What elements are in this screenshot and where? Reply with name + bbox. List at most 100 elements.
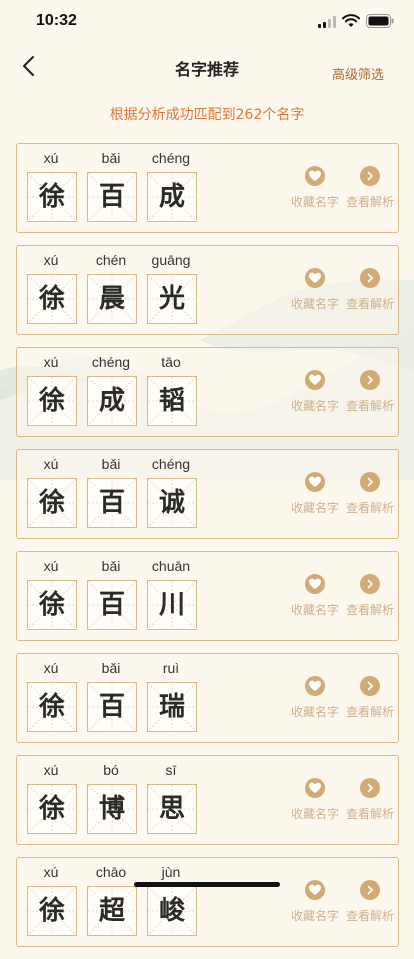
view-analysis-button[interactable]: 查看解析 xyxy=(342,472,398,516)
pinyin-label: chéng xyxy=(91,354,131,370)
hanzi-character: 峻 xyxy=(158,896,185,926)
heart-icon xyxy=(309,782,321,793)
status-bar: 10:32 xyxy=(0,0,414,44)
hanzi-character: 诚 xyxy=(158,488,185,518)
analysis-label: 查看解析 xyxy=(345,603,394,617)
name-card[interactable]: xú 徐 bǎi 百 chéng 诚 收藏名字 查看解析 xyxy=(16,449,399,539)
chevron-right-icon xyxy=(367,579,373,589)
hanzi-character: 晨 xyxy=(98,284,125,314)
heart-icon xyxy=(309,578,321,589)
favorite-name-button[interactable]: 收藏名字 xyxy=(287,880,343,924)
name-char: guāng 光 xyxy=(145,252,197,324)
hanzi-character: 徐 xyxy=(38,386,65,416)
pinyin-label: xú xyxy=(43,456,59,472)
hanzi-character: 成 xyxy=(98,386,125,416)
pinyin-label: bǎi xyxy=(101,456,121,472)
favorite-label: 收藏名字 xyxy=(290,297,339,311)
favorite-label: 收藏名字 xyxy=(290,195,339,209)
chevron-right-icon xyxy=(367,885,373,895)
view-analysis-button[interactable]: 查看解析 xyxy=(342,166,398,210)
hanzi-character: 超 xyxy=(98,896,125,926)
character-grid: 瑞 xyxy=(147,682,197,732)
character-grid: 川 xyxy=(147,580,197,630)
hanzi-character: 博 xyxy=(98,794,125,824)
name-card[interactable]: xú 徐 bǎi 百 chéng 成 收藏名字 查看解析 xyxy=(16,143,399,233)
view-analysis-button[interactable]: 查看解析 xyxy=(342,880,398,924)
name-card[interactable]: xú 徐 chéng 成 tāo 韬 收藏名字 查看解析 xyxy=(16,347,399,437)
heart-icon xyxy=(309,170,321,181)
pinyin-label: chuān xyxy=(151,558,191,574)
character-grid: 峻 xyxy=(147,886,197,936)
heart-icon xyxy=(309,374,321,385)
favorite-label: 收藏名字 xyxy=(290,705,339,719)
favorite-name-button[interactable]: 收藏名字 xyxy=(287,676,343,720)
analysis-label: 查看解析 xyxy=(345,909,394,923)
favorite-label: 收藏名字 xyxy=(290,501,339,515)
pinyin-label: xú xyxy=(43,660,59,676)
pinyin-label: chéng xyxy=(151,150,191,166)
name-char: bǎi 百 xyxy=(85,150,137,222)
hanzi-character: 百 xyxy=(98,488,125,518)
hanzi-character: 思 xyxy=(158,794,185,824)
favorite-name-button[interactable]: 收藏名字 xyxy=(287,574,343,618)
analysis-label: 查看解析 xyxy=(345,195,394,209)
character-grid: 徐 xyxy=(27,580,77,630)
name-char: chāo 超 xyxy=(85,864,137,936)
character-grid: 成 xyxy=(87,376,137,426)
pinyin-label: jùn xyxy=(161,864,181,880)
name-char: xú 徐 xyxy=(25,252,77,324)
name-char: xú 徐 xyxy=(25,456,77,528)
hanzi-character: 徐 xyxy=(38,692,65,722)
hanzi-character: 韬 xyxy=(158,386,185,416)
favorite-label: 收藏名字 xyxy=(290,807,339,821)
heart-icon xyxy=(309,680,321,691)
name-char: xú 徐 xyxy=(25,660,77,732)
favorite-name-button[interactable]: 收藏名字 xyxy=(287,778,343,822)
hanzi-character: 百 xyxy=(98,692,125,722)
hanzi-character: 光 xyxy=(158,284,185,314)
favorite-name-button[interactable]: 收藏名字 xyxy=(287,166,343,210)
name-char: bó 博 xyxy=(85,762,137,834)
character-grid: 徐 xyxy=(27,274,77,324)
hanzi-character: 百 xyxy=(98,182,125,212)
pinyin-label: guāng xyxy=(151,252,191,268)
name-card[interactable]: xú 徐 bǎi 百 chuān 川 收藏名字 查看解析 xyxy=(16,551,399,641)
name-char: chuān 川 xyxy=(145,558,197,630)
hanzi-character: 徐 xyxy=(38,284,65,314)
name-char: xú 徐 xyxy=(25,354,77,426)
favorite-name-button[interactable]: 收藏名字 xyxy=(287,472,343,516)
view-analysis-button[interactable]: 查看解析 xyxy=(342,268,398,312)
hanzi-character: 川 xyxy=(158,590,185,620)
view-analysis-button[interactable]: 查看解析 xyxy=(342,574,398,618)
status-time: 10:32 xyxy=(36,12,77,29)
favorite-label: 收藏名字 xyxy=(290,399,339,413)
pinyin-label: xú xyxy=(43,252,59,268)
view-analysis-button[interactable]: 查看解析 xyxy=(342,370,398,414)
name-char: chéng 成 xyxy=(145,150,197,222)
name-char: xú 徐 xyxy=(25,150,77,222)
chevron-right-icon xyxy=(367,273,373,283)
name-card[interactable]: xú 徐 chāo 超 jùn 峻 收藏名字 查看解析 xyxy=(16,857,399,947)
name-char: chéng 成 xyxy=(85,354,137,426)
pinyin-label: bǎi xyxy=(101,558,121,574)
pinyin-label: chéng xyxy=(151,456,191,472)
name-list: xú 徐 bǎi 百 chéng 成收藏名字 查看解析 xú 徐 chén 晨 guāng 光收藏名字查… xyxy=(16,143,399,959)
character-grid: 博 xyxy=(87,784,137,834)
favorite-name-button[interactable]: 收藏名字 xyxy=(287,370,343,414)
analysis-label: 查看解析 xyxy=(345,297,394,311)
pinyin-label: bǎi xyxy=(101,150,121,166)
character-grid: 韬 xyxy=(147,376,197,426)
view-analysis-button[interactable]: 查看解析 xyxy=(342,676,398,720)
name-card[interactable]: xú 徐 chén 晨 guāng 光 收藏名字 查看解析 xyxy=(16,245,399,335)
name-card[interactable]: xú 徐 bó 博 sī 思 收藏名字 查看解析 xyxy=(16,755,399,845)
character-grid: 徐 xyxy=(27,886,77,936)
advanced-filter-button[interactable]: 高级筛选 xyxy=(332,64,384,83)
pinyin-label: xú xyxy=(43,864,59,880)
hanzi-character: 徐 xyxy=(38,590,65,620)
favorite-name-button[interactable]: 收藏名字 xyxy=(287,268,343,312)
heart-icon xyxy=(309,272,321,283)
name-char: jùn 峻 xyxy=(145,864,197,936)
cellular-signal-icon xyxy=(318,16,336,28)
name-card[interactable]: xú 徐 bǎi 百 ruì 瑞 收藏名字 查看解析 xyxy=(16,653,399,743)
view-analysis-button[interactable]: 查看解析 xyxy=(342,778,398,822)
